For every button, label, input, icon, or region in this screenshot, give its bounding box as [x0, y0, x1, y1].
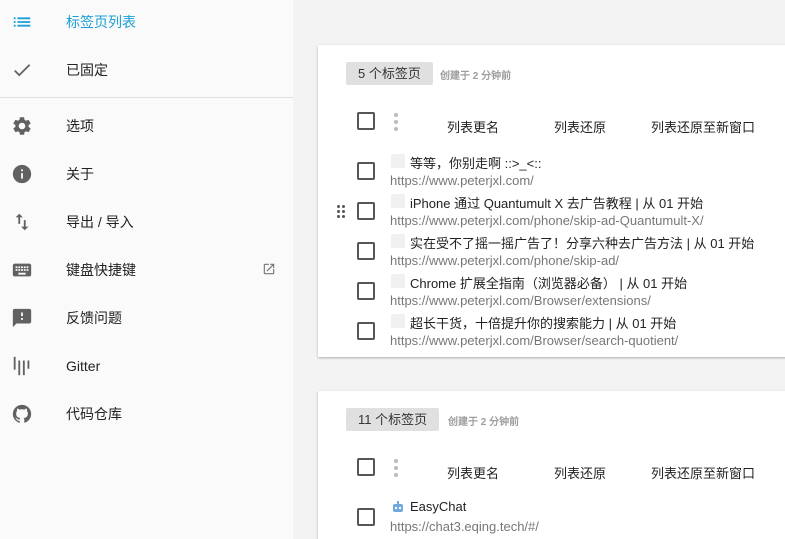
- sidebar-item-gitter[interactable]: Gitter: [0, 344, 293, 388]
- favicon-icon: [391, 194, 405, 208]
- more-vert-icon[interactable]: [394, 459, 398, 477]
- tab-row[interactable]: iPhone 通过 Quantumult X 去广告教程 | 从 01 开始 h…: [318, 192, 785, 232]
- sidebar-item-label: 关于: [66, 166, 94, 182]
- sidebar-item-label: 标签页列表: [66, 14, 136, 30]
- sidebar-item-options[interactable]: 选项: [0, 104, 293, 148]
- favicon-icon: [391, 154, 405, 168]
- swap-vertical-icon: [10, 210, 34, 234]
- tab-title[interactable]: 超长干货，十倍提升你的搜索能力 | 从 01 开始: [410, 313, 676, 332]
- restore-list-button[interactable]: 列表还原: [554, 117, 606, 136]
- tab-list-header: 5 个标签页 创建于 2 分钟前: [318, 45, 785, 95]
- restore-new-window-button[interactable]: 列表还原至新窗口: [651, 463, 755, 482]
- tab-list-card: 11 个标签页 创建于 2 分钟前 列表更名 列表还原 列表还原至新窗口 Eas…: [318, 391, 785, 539]
- tab-list-card: 5 个标签页 创建于 2 分钟前 列表更名 列表还原 列表还原至新窗口 等等，你…: [318, 45, 785, 357]
- sidebar-item-repository[interactable]: 代码仓库: [0, 392, 293, 436]
- sidebar-item-keyboard-shortcuts[interactable]: 键盘快捷键: [0, 248, 293, 292]
- sidebar-item-label: 键盘快捷键: [66, 262, 136, 278]
- tab-title[interactable]: Chrome 扩展全指南（浏览器必备） | 从 01 开始: [410, 273, 687, 292]
- tab-count-chip: 5 个标签页: [346, 62, 433, 85]
- github-icon: [10, 402, 34, 426]
- sidebar-item-tab-lists[interactable]: 标签页列表: [0, 0, 293, 44]
- tab-row[interactable]: 等等，你别走啊 ::>_<:: https://www.peterjxl.com…: [318, 152, 785, 192]
- tab-row[interactable]: 实在受不了摇一摇广告了！分享六种去广告方法 | 从 01 开始 https://…: [318, 232, 785, 272]
- info-icon: [10, 162, 34, 186]
- tab-url: https://chat3.eqing.tech/#/: [390, 519, 539, 534]
- tab-url: https://www.peterjxl.com/Browser/extensi…: [390, 293, 651, 308]
- tab-row[interactable]: 超长干货，十倍提升你的搜索能力 | 从 01 开始 https://www.pe…: [318, 312, 785, 352]
- sidebar-item-export-import[interactable]: 导出 / 导入: [0, 200, 293, 244]
- tab-url: https://www.peterjxl.com/phone/skip-ad-Q…: [390, 213, 704, 228]
- gitter-icon: [10, 354, 34, 378]
- favicon-icon: [391, 314, 405, 328]
- rename-list-button[interactable]: 列表更名: [447, 117, 499, 136]
- tab-checkbox[interactable]: [357, 162, 375, 180]
- created-time: 创建于 2 分钟前: [448, 417, 520, 428]
- sidebar-item-about[interactable]: 关于: [0, 152, 293, 196]
- sidebar-item-pinned[interactable]: 已固定: [0, 48, 293, 92]
- gear-icon: [10, 114, 34, 138]
- tab-url: https://www.peterjxl.com/phone/skip-ad/: [390, 253, 620, 268]
- tab-checkbox[interactable]: [357, 282, 375, 300]
- sidebar-item-feedback[interactable]: 反馈问题: [0, 296, 293, 340]
- tab-list-toolbar: 列表更名 列表还原 列表还原至新窗口: [318, 105, 785, 141]
- tab-checkbox[interactable]: [357, 508, 375, 526]
- tab-url: https://www.peterjxl.com/Browser/search-…: [390, 333, 679, 348]
- restore-list-button[interactable]: 列表还原: [554, 463, 606, 482]
- open-in-new-icon: [262, 262, 278, 278]
- sidebar-divider: [0, 97, 293, 98]
- tab-url: https://www.peterjxl.com/: [390, 173, 534, 188]
- tab-checkbox[interactable]: [357, 242, 375, 260]
- sidebar-item-label: 导出 / 导入: [66, 214, 134, 230]
- list-icon: [10, 10, 34, 34]
- tab-count-chip: 11 个标签页: [346, 408, 440, 431]
- tab-row[interactable]: EasyChat https://chat3.eqing.tech/#/: [318, 498, 785, 538]
- created-time: 创建于 2 分钟前: [440, 71, 512, 82]
- feedback-icon: [10, 306, 34, 330]
- restore-new-window-button[interactable]: 列表还原至新窗口: [651, 117, 755, 136]
- more-vert-icon[interactable]: [394, 113, 398, 131]
- drag-handle-icon[interactable]: [337, 205, 345, 218]
- tab-checkbox[interactable]: [357, 322, 375, 340]
- select-all-checkbox[interactable]: [357, 458, 375, 476]
- tab-row[interactable]: Chrome 扩展全指南（浏览器必备） | 从 01 开始 https://ww…: [318, 272, 785, 312]
- sidebar-item-label: Gitter: [66, 358, 101, 374]
- sidebar-item-label: 选项: [66, 118, 94, 134]
- tab-title[interactable]: 等等，你别走啊 ::>_<::: [410, 153, 541, 172]
- tab-title[interactable]: 实在受不了摇一摇广告了！分享六种去广告方法 | 从 01 开始: [410, 233, 754, 252]
- sidebar-item-label: 反馈问题: [66, 310, 122, 326]
- tab-title[interactable]: EasyChat: [410, 499, 466, 514]
- sidebar-item-label: 代码仓库: [66, 406, 122, 422]
- tab-checkbox[interactable]: [357, 202, 375, 220]
- rename-list-button[interactable]: 列表更名: [447, 463, 499, 482]
- select-all-checkbox[interactable]: [357, 112, 375, 130]
- tab-list-toolbar: 列表更名 列表还原 列表还原至新窗口: [318, 451, 785, 487]
- tab-list-header: 11 个标签页 创建于 2 分钟前: [318, 391, 785, 441]
- favicon-icon: [391, 234, 405, 248]
- sidebar: 标签页列表 已固定 选项 关于 导出 / 导入 键盘快捷键 反馈问题 Gitte…: [0, 0, 293, 539]
- tab-title[interactable]: iPhone 通过 Quantumult X 去广告教程 | 从 01 开始: [410, 193, 703, 212]
- favicon-icon: [391, 274, 405, 288]
- check-icon: [10, 58, 34, 82]
- robot-favicon-icon: [391, 500, 405, 514]
- keyboard-icon: [10, 258, 34, 282]
- sidebar-item-label: 已固定: [66, 62, 108, 78]
